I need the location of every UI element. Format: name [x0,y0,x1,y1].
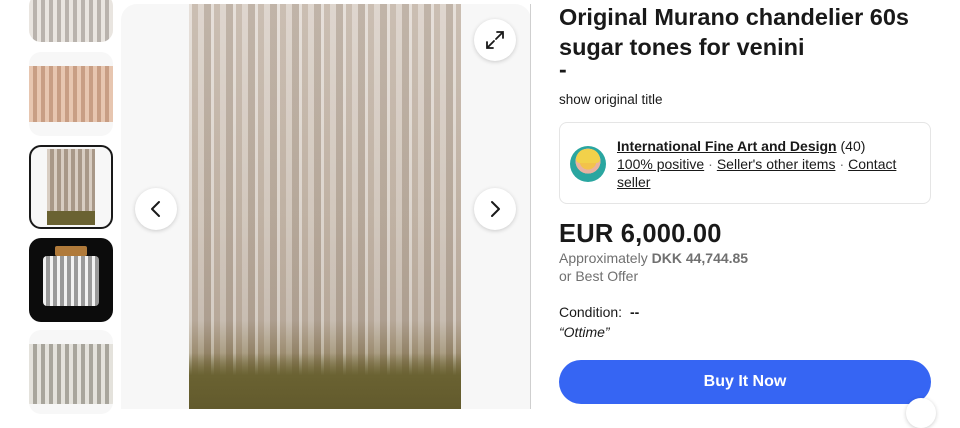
chevron-left-icon [149,200,163,218]
listing-title: Original Murano chandelier 60s sugar ton… [559,4,909,60]
expand-button[interactable] [474,19,516,61]
approx-value: DKK 44,744.85 [651,250,749,266]
seller-card: International Fine Art and Design (40) 1… [559,122,931,204]
thumbnail-1[interactable] [29,0,113,42]
condition-label: Condition: [559,304,623,320]
thumbnail-5[interactable] [29,330,113,414]
show-original-title-link[interactable]: show original title [559,92,663,107]
next-image-button[interactable] [474,188,516,230]
buy-it-now-button[interactable]: Buy It Now [559,360,931,404]
seller-feedback-count: (40) [840,138,866,154]
partial-round-button[interactable] [906,398,936,428]
separator-dot: · [839,156,845,172]
separator-dot: · [708,156,713,172]
prev-image-button[interactable] [135,188,177,230]
main-image-viewer[interactable] [121,4,531,409]
seller-info: International Fine Art and Design (40) 1… [617,137,917,191]
price: EUR 6,000.00 [559,220,722,248]
listing-title-suffix: - [559,56,567,82]
condition: Condition: -- [559,304,639,320]
approx-price: Approximately DKK 44,744.85 [559,250,748,266]
seller-name-link[interactable]: International Fine Art and Design [617,138,837,154]
product-photo [189,4,461,409]
thumbnail-3-selected[interactable] [29,145,113,229]
seller-avatar[interactable] [570,146,606,182]
condition-note: “Ottime” [559,324,610,340]
expand-icon [485,30,505,50]
chevron-right-icon [488,200,502,218]
best-offer-text: or Best Offer [559,268,639,284]
thumbnail-2[interactable] [29,52,113,136]
seller-other-items-link[interactable]: Seller's other items [717,156,836,172]
viewer-divider [530,4,531,409]
seller-positive-link[interactable]: 100% positive [617,156,704,172]
condition-value: -- [629,304,640,320]
approx-label: Approximately [559,250,648,266]
thumbnail-4[interactable] [29,238,113,322]
